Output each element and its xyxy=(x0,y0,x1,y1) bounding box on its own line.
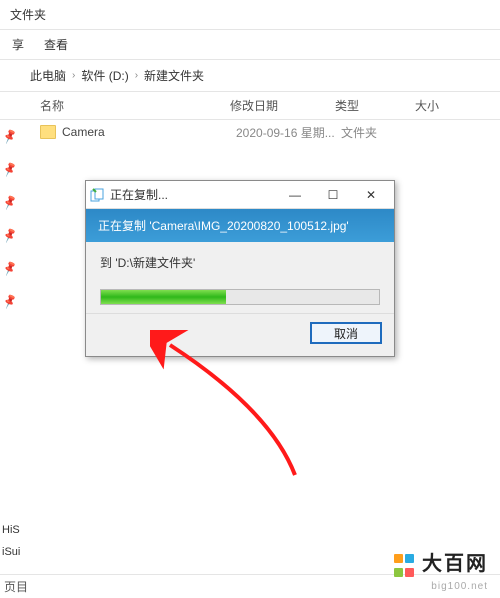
window-title: 文件夹 xyxy=(10,6,46,23)
breadcrumb-folder[interactable]: 新建文件夹 xyxy=(144,67,204,84)
maximize-button[interactable]: ☐ xyxy=(314,184,352,206)
toolbar-share[interactable]: 享 xyxy=(2,32,34,57)
cancel-button[interactable]: 取消 xyxy=(310,322,382,344)
sidebar-bottom: HiS iSui xyxy=(0,524,40,568)
col-type[interactable]: 类型 xyxy=(335,97,415,114)
pin-icon: 📌 xyxy=(1,293,18,310)
close-button[interactable]: ✕ xyxy=(352,184,390,206)
progress-bar xyxy=(100,289,380,305)
chevron-right-icon: › xyxy=(135,70,138,81)
dialog-title: 正在复制... xyxy=(110,186,276,203)
logo-icon xyxy=(393,553,415,581)
chevron-right-icon: › xyxy=(72,70,75,81)
quick-access-pins: 📌 📌 📌 📌 📌 📌 xyxy=(3,130,17,308)
file-date: 2020-09-16 星期... xyxy=(236,124,341,141)
watermark-text: 大百网 xyxy=(422,553,488,575)
pin-icon: 📌 xyxy=(1,194,18,211)
watermark: 大百网 big100.net xyxy=(393,547,488,592)
breadcrumb-pc[interactable]: 此电脑 xyxy=(30,67,66,84)
minimize-button[interactable]: — xyxy=(276,184,314,206)
table-row[interactable]: Camera 2020-09-16 星期... 文件夹 xyxy=(0,120,500,144)
status-text: 页目 xyxy=(4,578,28,595)
dialog-destination: 到 'D:\新建文件夹' xyxy=(100,254,380,271)
file-type: 文件夹 xyxy=(341,124,421,141)
breadcrumb-drive[interactable]: 软件 (D:) xyxy=(81,67,128,84)
col-date[interactable]: 修改日期 xyxy=(230,97,335,114)
dialog-band: 正在复制 'Camera\IMG_20200820_100512.jpg' xyxy=(86,209,394,242)
pin-icon: 📌 xyxy=(1,161,18,178)
pin-icon: 📌 xyxy=(1,227,18,244)
column-headers: 名称 修改日期 类型 大小 xyxy=(0,92,500,120)
toolbar-view[interactable]: 查看 xyxy=(34,32,78,57)
watermark-url: big100.net xyxy=(393,581,488,592)
copy-dialog: 正在复制... — ☐ ✕ 正在复制 'Camera\IMG_20200820_… xyxy=(85,180,395,357)
sidebar-item[interactable]: iSui xyxy=(0,546,40,568)
col-name[interactable]: 名称 xyxy=(40,97,230,114)
pin-icon: 📌 xyxy=(1,260,18,277)
col-size[interactable]: 大小 xyxy=(415,97,475,114)
copy-pages-icon xyxy=(90,188,104,202)
breadcrumb[interactable]: 此电脑 › 软件 (D:) › 新建文件夹 xyxy=(0,60,500,92)
folder-icon xyxy=(40,125,56,139)
pin-icon: 📌 xyxy=(1,128,18,145)
sidebar-item[interactable]: HiS xyxy=(0,524,40,546)
file-name: Camera xyxy=(62,125,236,139)
